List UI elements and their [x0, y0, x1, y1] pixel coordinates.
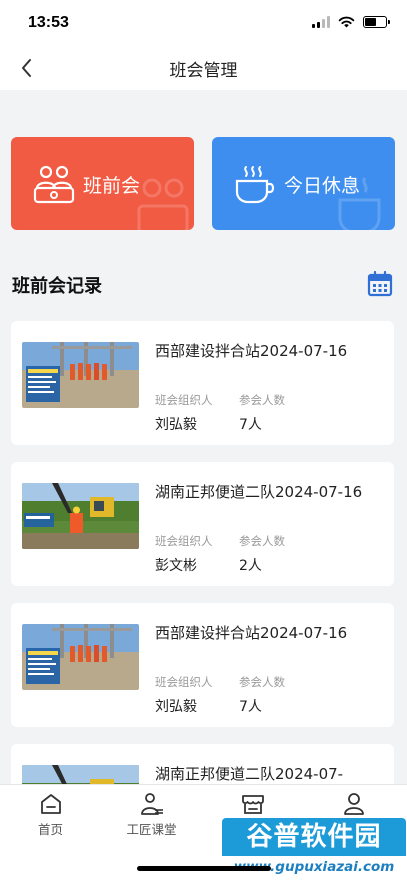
- tab-classroom[interactable]: 工匠课堂: [101, 791, 202, 838]
- calendar-icon[interactable]: [367, 271, 393, 297]
- tab-classroom-label: 工匠课堂: [126, 822, 177, 837]
- meeting-people-icon: [33, 165, 75, 204]
- record-card[interactable]: 西部建设拌合站2024-07-16 班会组织人 参会人数 刘弘毅 7人: [11, 321, 394, 445]
- record-title: 西部建设拌合站2024-07-16: [155, 342, 348, 360]
- status-bar: 13:53: [0, 0, 407, 46]
- battery-icon: [363, 16, 390, 28]
- coffee-cup-icon: [235, 166, 275, 204]
- pre-shift-meeting-button[interactable]: 班前会: [11, 137, 194, 230]
- record-card[interactable]: 西部建设拌合站2024-07-16 班会组织人 参会人数 刘弘毅 7人: [11, 603, 394, 727]
- construction-site-photo: [22, 342, 139, 408]
- signal-icon: [312, 16, 330, 28]
- coffee-cup-watermark-icon: [338, 177, 381, 230]
- attendee-count: 7人: [239, 699, 262, 715]
- excavator-site-photo: [22, 483, 139, 549]
- attendee-count: 7人: [239, 417, 262, 433]
- construction-site-photo: [22, 624, 139, 690]
- organizer-name: 刘弘毅: [155, 417, 197, 433]
- record-title: 湖南正邦便道二队2024-07-16: [155, 483, 363, 501]
- status-icons: [312, 16, 390, 28]
- site-watermark: 谷普软件园 www.gupuxiazai.com: [222, 818, 406, 882]
- profile-icon: [343, 793, 364, 815]
- record-card[interactable]: 湖南正邦便道二队2024-07-16 班会组织人 参会人数 彭文彬 2人: [11, 462, 394, 586]
- meeting-people-watermark-icon: [137, 178, 189, 230]
- record-title: 西部建设拌合站2024-07-16: [155, 624, 348, 642]
- home-icon: [40, 794, 61, 814]
- attendee-count: 2人: [239, 558, 262, 574]
- status-time: 13:53: [28, 14, 69, 31]
- rest-today-button[interactable]: 今日休息: [212, 137, 395, 230]
- attendee-count-label: 参会人数: [239, 534, 285, 548]
- wifi-icon: [338, 16, 355, 28]
- tab-home-label: 首页: [37, 822, 63, 837]
- organizer-name: 刘弘毅: [155, 699, 197, 715]
- record-title: 湖南正邦便道二队2024-07-: [155, 765, 344, 783]
- tab-home[interactable]: 首页: [0, 791, 101, 838]
- organizer-label: 班会组织人: [155, 675, 213, 689]
- attendee-count-label: 参会人数: [239, 393, 285, 407]
- organizer-label: 班会组织人: [155, 534, 213, 548]
- nav-bar: 班会管理: [0, 46, 407, 90]
- attendee-count-label: 参会人数: [239, 675, 285, 689]
- page-title: 班会管理: [169, 61, 238, 81]
- pre-shift-meeting-label: 班前会: [83, 175, 141, 197]
- organizer-name: 彭文彬: [155, 558, 197, 574]
- home-indicator: [137, 866, 271, 871]
- watermark-title: 谷普软件园: [222, 818, 406, 856]
- classroom-icon: [140, 793, 163, 815]
- store-icon: [241, 795, 264, 814]
- organizer-label: 班会组织人: [155, 393, 213, 407]
- section-title: 班前会记录: [12, 276, 102, 297]
